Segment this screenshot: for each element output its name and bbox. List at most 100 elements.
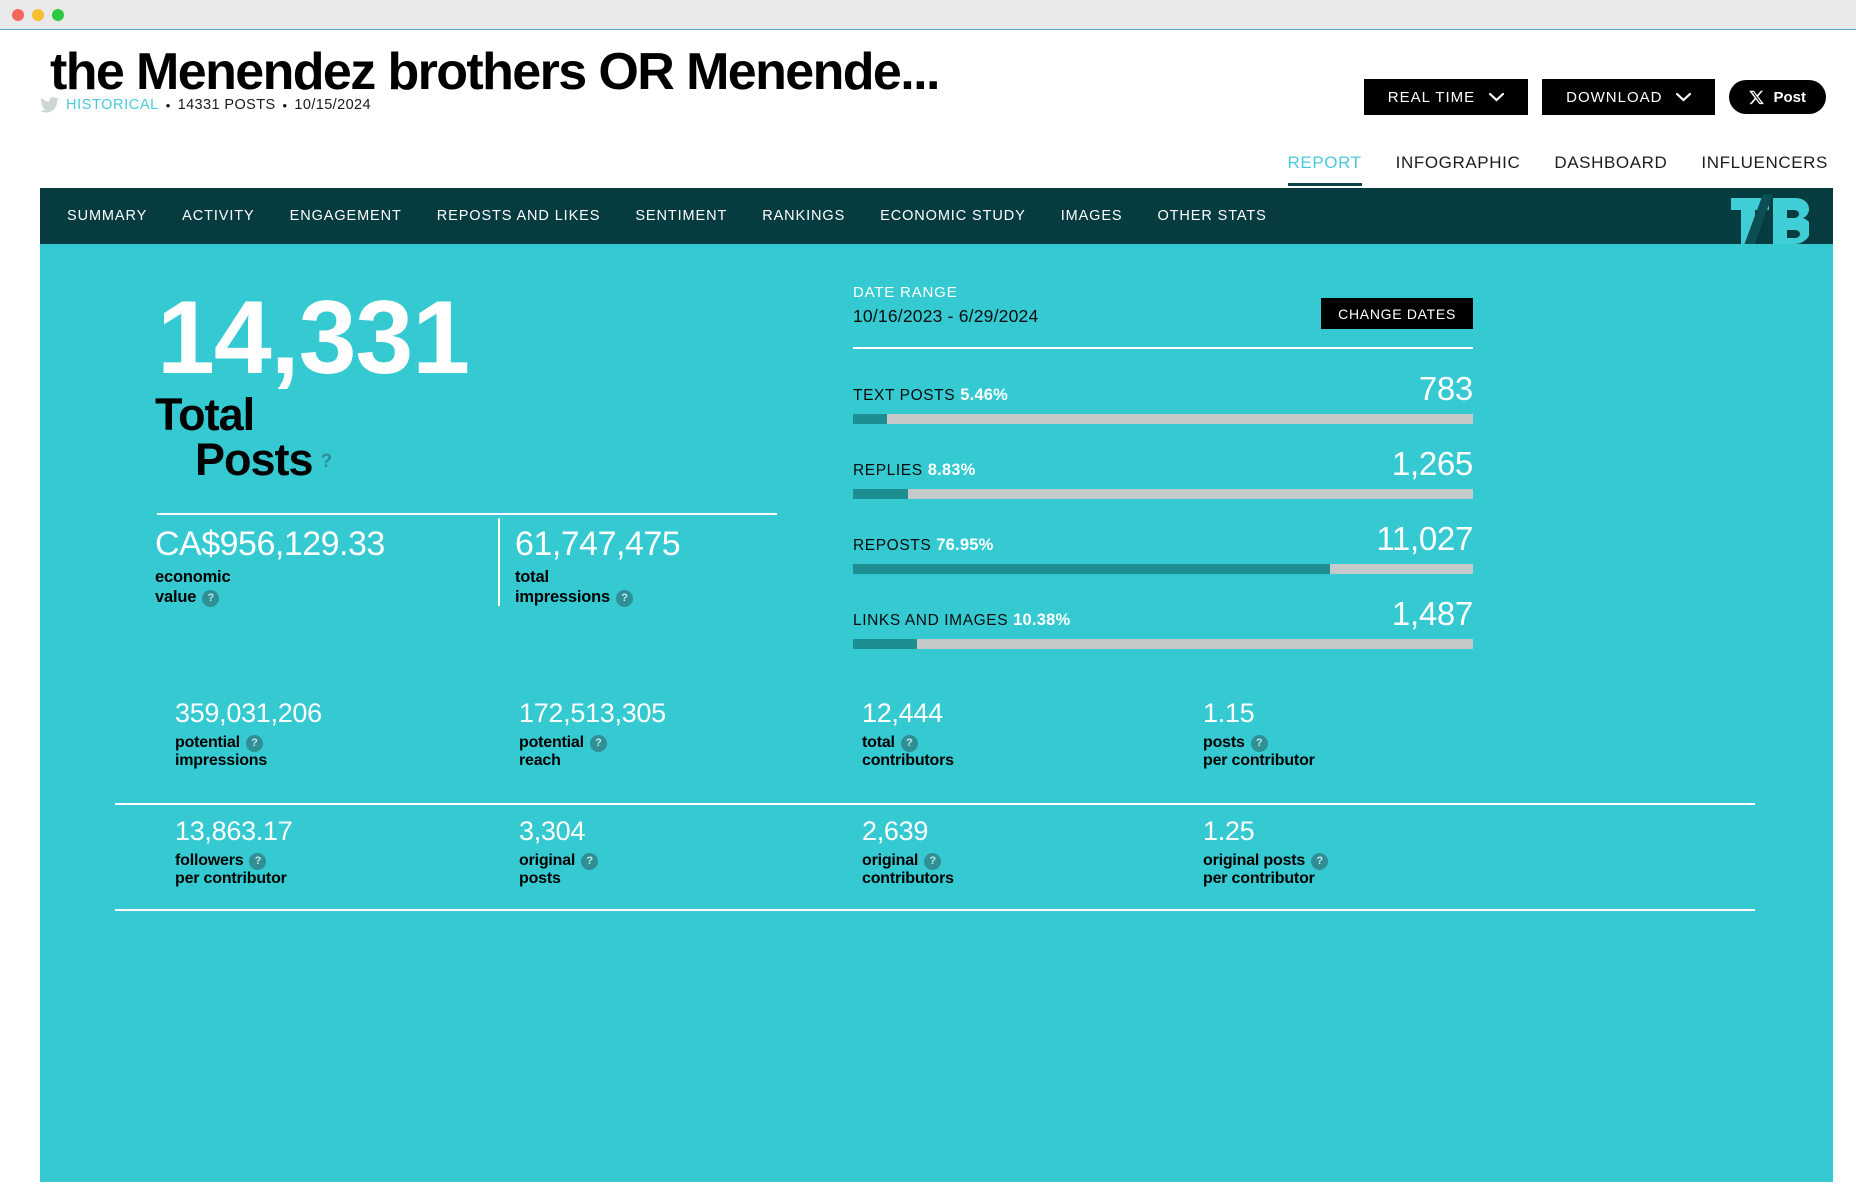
bar-links-and-images-count: 1,487 bbox=[1391, 595, 1473, 632]
stat-original-contributors-value: 2,639 bbox=[862, 816, 929, 846]
share-post-button[interactable]: Post bbox=[1729, 80, 1826, 114]
close-window-button[interactable] bbox=[12, 9, 24, 21]
stats-row-1: 359,031,206 potential? impressions 172,5… bbox=[115, 698, 1755, 803]
nav-item-activity[interactable]: ACTIVITY bbox=[182, 208, 254, 224]
real-time-label: REAL TIME bbox=[1387, 88, 1476, 106]
nav-item-other-stats[interactable]: OTHER STATS bbox=[1158, 208, 1267, 224]
stat-original-posts-per-contributor-label: original posts? per contributor bbox=[1203, 852, 1329, 889]
stat-potential-impressions: 359,031,206 potential? impressions bbox=[175, 698, 322, 771]
bar-replies-fill bbox=[853, 489, 908, 499]
stat-original-contributors-label: original? contributors bbox=[862, 851, 954, 888]
followers-per-contributor-help-icon[interactable]: ? bbox=[249, 852, 267, 870]
kpi-economic-value: CA$956,129.33 economic value? bbox=[155, 525, 385, 607]
total-contributors-help-icon[interactable]: ? bbox=[900, 734, 918, 752]
meta-bullet-1: • bbox=[165, 97, 171, 113]
nav-item-reposts-and-likes[interactable]: REPOSTS AND LIKES bbox=[437, 208, 601, 224]
stat-original-posts: 3,304 original? posts bbox=[519, 816, 599, 889]
bar-text-posts-track bbox=[853, 414, 1473, 424]
total-posts-help-icon[interactable]: ? bbox=[321, 452, 333, 471]
share-post-label: Post bbox=[1773, 88, 1806, 106]
stat-potential-impressions-value: 359,031,206 bbox=[175, 698, 322, 728]
window-titlebar bbox=[0, 0, 1856, 30]
minimize-window-button[interactable] bbox=[32, 9, 44, 21]
tab-dashboard[interactable]: DASHBOARD bbox=[1554, 153, 1667, 183]
bar-reposts-head: REPOSTS 76.95% 11,027 bbox=[853, 520, 1473, 557]
summary-divider bbox=[157, 513, 777, 515]
bar-replies-percent: 8.83% bbox=[927, 461, 976, 479]
bar-reposts-track bbox=[853, 564, 1473, 574]
kpi-total-impressions: 61,747,475 total impressions? bbox=[515, 525, 681, 607]
section-nav: SUMMARY ACTIVITY ENGAGEMENT REPOSTS AND … bbox=[40, 188, 1833, 244]
twitter-icon bbox=[40, 97, 59, 113]
nav-item-sentiment[interactable]: SENTIMENT bbox=[635, 208, 727, 224]
kpi-total-impressions-number: 61,747,475 bbox=[515, 525, 681, 563]
original-contributors-help-icon[interactable]: ? bbox=[924, 852, 942, 870]
posts-per-contributor-help-icon[interactable]: ? bbox=[1250, 734, 1268, 752]
kpi-total-impressions-label: total impressions? bbox=[515, 568, 680, 607]
original-posts-per-contributor-help-icon[interactable]: ? bbox=[1311, 852, 1329, 870]
bar-text-posts-label: TEXT POSTS 5.46% bbox=[853, 386, 1008, 404]
meta-mode[interactable]: HISTORICAL bbox=[66, 97, 159, 113]
bar-replies-count: 1,265 bbox=[1391, 445, 1473, 482]
kpi-economic-value-label: economic value? bbox=[155, 568, 231, 607]
nav-item-images[interactable]: IMAGES bbox=[1061, 208, 1123, 224]
bar-reposts: REPOSTS 76.95% 11,027 bbox=[853, 520, 1473, 574]
nav-item-engagement[interactable]: ENGAGEMENT bbox=[290, 208, 402, 224]
chevron-down-icon bbox=[1676, 92, 1692, 101]
economic-value-help-icon[interactable]: ? bbox=[202, 589, 220, 607]
bar-reposts-label: REPOSTS 76.95% bbox=[853, 536, 994, 554]
total-posts-label-line1: Total bbox=[155, 389, 255, 440]
meta-date: 10/15/2024 bbox=[294, 97, 371, 113]
stat-posts-per-contributor: 1.15 posts? per contributor bbox=[1203, 698, 1315, 771]
date-range-block: DATE RANGE 10/16/2023 - 6/29/2024 CHANGE… bbox=[853, 284, 1473, 329]
kpi-vertical-divider bbox=[498, 518, 500, 606]
stat-followers-per-contributor-label: followers? per contributor bbox=[175, 851, 287, 888]
total-posts-label-line2: Posts? bbox=[195, 434, 333, 485]
stat-original-posts-per-contributor: 1.25 original posts? per contributor bbox=[1203, 816, 1329, 889]
potential-reach-help-icon[interactable]: ? bbox=[589, 734, 607, 752]
tab-infographic[interactable]: INFOGRAPHIC bbox=[1396, 153, 1521, 183]
total-posts-label: Total Posts? bbox=[155, 389, 333, 485]
change-dates-button[interactable]: CHANGE DATES bbox=[1321, 298, 1473, 329]
bar-text-posts-percent: 5.46% bbox=[960, 386, 1008, 404]
total-impressions-help-icon[interactable]: ? bbox=[616, 589, 634, 607]
real-time-button[interactable]: REAL TIME bbox=[1363, 79, 1529, 115]
tab-report[interactable]: REPORT bbox=[1287, 153, 1362, 186]
nav-item-economic-study[interactable]: ECONOMIC STUDY bbox=[880, 208, 1026, 224]
nav-item-rankings[interactable]: RANKINGS bbox=[762, 208, 845, 224]
bar-reposts-percent: 76.95% bbox=[936, 536, 994, 554]
stat-original-posts-value: 3,304 bbox=[519, 816, 586, 846]
brand-logo-icon bbox=[1727, 188, 1809, 244]
stats-grid-divider-2 bbox=[115, 909, 1755, 911]
bar-text-posts-head: TEXT POSTS 5.46% 783 bbox=[853, 370, 1473, 407]
maximize-window-button[interactable] bbox=[52, 9, 64, 21]
x-logo-icon bbox=[1749, 90, 1765, 104]
stat-potential-reach: 172,513,305 potential? reach bbox=[519, 698, 666, 771]
bar-reposts-count: 11,027 bbox=[1376, 520, 1473, 557]
download-button[interactable]: DOWNLOAD bbox=[1542, 79, 1716, 115]
potential-impressions-help-icon[interactable]: ? bbox=[245, 734, 263, 752]
stat-potential-impressions-label: potential? impressions bbox=[175, 733, 268, 770]
stat-original-posts-per-contributor-value: 1.25 bbox=[1203, 816, 1255, 846]
bar-links-and-images-label: LINKS AND IMAGES 10.38% bbox=[853, 611, 1071, 629]
stat-original-contributors: 2,639 original? contributors bbox=[862, 816, 954, 889]
bar-reposts-fill bbox=[853, 564, 1331, 574]
chevron-down-icon bbox=[1489, 92, 1505, 101]
bar-links-and-images-percent: 10.38% bbox=[1013, 611, 1071, 629]
nav-item-summary[interactable]: SUMMARY bbox=[67, 208, 147, 224]
report-summary-panel: 14,331 Total Posts? CA$956,129.33 econom… bbox=[40, 244, 1833, 1182]
original-posts-help-icon[interactable]: ? bbox=[581, 852, 599, 870]
date-range-and-breakdown: DATE RANGE 10/16/2023 - 6/29/2024 CHANGE… bbox=[853, 284, 1473, 649]
stat-followers-per-contributor: 13,863.17 followers? per contributor bbox=[175, 816, 293, 889]
meta-post-count: 14331 POSTS bbox=[177, 97, 276, 113]
stat-potential-reach-value: 172,513,305 bbox=[519, 698, 666, 728]
bar-replies-label: REPLIES 8.83% bbox=[853, 461, 976, 479]
secondary-stats-grid: 359,031,206 potential? impressions 172,5… bbox=[115, 698, 1755, 911]
bar-links-and-images: LINKS AND IMAGES 10.38% 1,487 bbox=[853, 595, 1473, 649]
stat-followers-per-contributor-value: 13,863.17 bbox=[175, 816, 293, 846]
tab-influencers[interactable]: INFLUENCERS bbox=[1701, 153, 1828, 183]
page-title: the Menendez brothers OR Menende... bbox=[50, 43, 940, 101]
meta-bullet-2: • bbox=[282, 97, 288, 113]
header-actions: REAL TIME DOWNLOAD Post bbox=[1363, 79, 1826, 115]
bar-text-posts: TEXT POSTS 5.46% 783 bbox=[853, 370, 1473, 424]
